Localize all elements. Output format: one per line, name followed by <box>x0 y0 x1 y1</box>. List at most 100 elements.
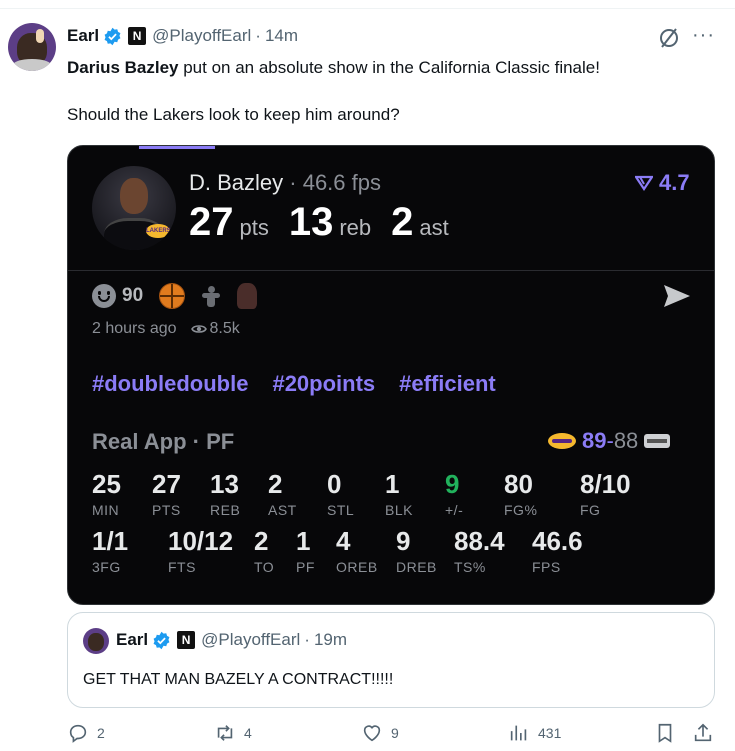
like-icon <box>363 725 381 742</box>
repost-icon <box>217 725 233 741</box>
stat-key: REB <box>210 502 241 518</box>
stat-key: FG% <box>504 502 538 518</box>
stat-key: FTS <box>168 559 196 575</box>
headline-stats: 27 pts 13 reb 2 ast <box>189 200 469 245</box>
stat-value: 25 <box>92 469 121 499</box>
stat-value: 13 <box>210 469 239 499</box>
stat-value: 1 <box>296 526 311 556</box>
repost-count: 4 <box>244 725 252 741</box>
bookmark-button[interactable] <box>654 722 684 744</box>
stat-value: 80 <box>504 469 533 499</box>
smile-icon[interactable] <box>92 284 116 308</box>
lakers-logo-icon <box>548 433 576 449</box>
stat-key: OREB <box>336 559 378 575</box>
post-text: Darius Bazley put on an absolute show in… <box>67 57 717 126</box>
stat-ast: 2 AST <box>268 469 297 518</box>
stat-pts: 27 PTS <box>152 469 181 518</box>
stat-min: 25 MIN <box>92 469 121 518</box>
author-name[interactable]: Earl <box>67 26 99 46</box>
stat-reb: 13 REB <box>210 469 240 518</box>
player-name-line: D. Bazley · 46.6 fps <box>189 170 381 196</box>
hashtag[interactable]: #20points <box>272 371 375 397</box>
card-divider <box>68 270 714 271</box>
stat-key: FPS <box>532 559 561 575</box>
quoted-post[interactable]: Earl N @PlayoffEarl · 19m GET THAT MAN B… <box>67 612 715 708</box>
stat-fps: 46.6 FPS <box>532 526 583 575</box>
quoted-author-avatar[interactable] <box>83 628 109 654</box>
stat-value: 10/12 <box>168 526 234 556</box>
post-header: Earl N @PlayoffEarl · 14m <box>67 25 298 47</box>
view-count: 431 <box>538 725 562 741</box>
avatar-reaction-icon[interactable] <box>237 283 258 309</box>
views-button[interactable]: 431 <box>508 722 561 744</box>
score-home: 89 <box>582 428 607 453</box>
stat-key: TS% <box>454 559 486 575</box>
like-button[interactable]: 9 <box>361 722 399 744</box>
stat-value: 4 <box>336 526 351 556</box>
player-name: D. Bazley <box>189 170 284 195</box>
author-handle[interactable]: @PlayoffEarl <box>152 26 251 46</box>
hashtag[interactable]: #doubledouble <box>92 371 248 397</box>
post-text-question: Should the Lakers look to keep him aroun… <box>67 105 400 124</box>
stat-plus-minus: 9 +/- <box>445 469 463 518</box>
hashtags: #doubledouble #20points #efficient <box>92 371 520 397</box>
stat-key: +/- <box>445 502 464 518</box>
basketball-icon[interactable] <box>159 283 186 309</box>
reply-count: 2 <box>97 725 105 741</box>
affiliate-badge: N <box>128 27 147 45</box>
grok-icon[interactable] <box>657 26 681 50</box>
card-progress-bar <box>139 146 215 149</box>
stat-value: 9 <box>396 526 411 556</box>
card-meta: 2 hours ago 8.5k <box>92 320 240 338</box>
stat-3fg: 1/1 3FG <box>92 526 128 575</box>
post-time[interactable]: 14m <box>265 26 298 46</box>
dot-separator: · <box>255 26 261 45</box>
stat-key: MIN <box>92 502 120 518</box>
spurs-logo-icon <box>644 434 671 448</box>
player-figure-icon[interactable] <box>199 284 223 308</box>
stat-value: 8/10 <box>580 469 631 499</box>
like-count: 9 <box>391 725 399 741</box>
rating: 4.7 <box>635 170 690 196</box>
stat-value: 2 <box>254 526 269 556</box>
stat-dreb: 9 DREB <box>396 526 437 575</box>
stat-value: 1 <box>385 469 400 499</box>
more-icon[interactable]: ··· <box>692 24 715 47</box>
stat-to: 2 TO <box>254 526 274 575</box>
stat-pf: 1 PF <box>296 526 315 575</box>
stat-blk: 1 BLK <box>385 469 413 518</box>
reply-button[interactable]: 2 <box>67 722 105 744</box>
reply-icon <box>69 724 87 743</box>
rating-value: 4.7 <box>659 170 690 195</box>
player-photo: LAKERS <box>92 166 176 250</box>
quoted-post-text: GET THAT MAN BAZELY A CONTRACT!!!!! <box>83 671 394 688</box>
stat-card[interactable]: LAKERS D. Bazley · 46.6 fps 27 pts 13 reb … <box>67 145 715 605</box>
stat-value: 0 <box>327 469 342 499</box>
stat-fg-pct: 80 FG% <box>504 469 537 518</box>
quoted-author-name[interactable]: Earl <box>116 630 148 650</box>
send-icon[interactable] <box>662 283 692 309</box>
quoted-post-time[interactable]: 19m <box>314 630 347 650</box>
stat-ts-pct: 88.4 TS% <box>454 526 505 575</box>
hashtag[interactable]: #efficient <box>399 371 496 397</box>
eye-icon <box>190 325 207 333</box>
verified-badge-icon <box>153 631 170 649</box>
share-button[interactable] <box>692 722 722 744</box>
author-avatar[interactable] <box>8 23 56 71</box>
stat-key: STL <box>327 502 355 518</box>
stat-value: 1/1 <box>92 526 129 556</box>
post-text-bold: Darius Bazley <box>67 58 179 77</box>
stat-value: 88.4 <box>454 526 505 556</box>
rating-arrow-icon <box>635 175 653 191</box>
affiliate-badge: N <box>177 631 196 649</box>
headline-pts-label: pts <box>239 215 269 240</box>
repost-button[interactable]: 4 <box>214 722 252 744</box>
dot-separator: · <box>304 630 310 649</box>
stat-value: 9 <box>445 469 460 499</box>
stat-value: 46.6 <box>532 526 583 556</box>
reaction-count: 90 <box>122 285 144 306</box>
stat-value: 2 <box>268 469 283 499</box>
stat-fts: 10/12 FTS <box>168 526 233 575</box>
post-text-rest: put on an absolute show in the Californi… <box>178 58 600 77</box>
quoted-author-handle[interactable]: @PlayoffEarl <box>201 630 300 650</box>
